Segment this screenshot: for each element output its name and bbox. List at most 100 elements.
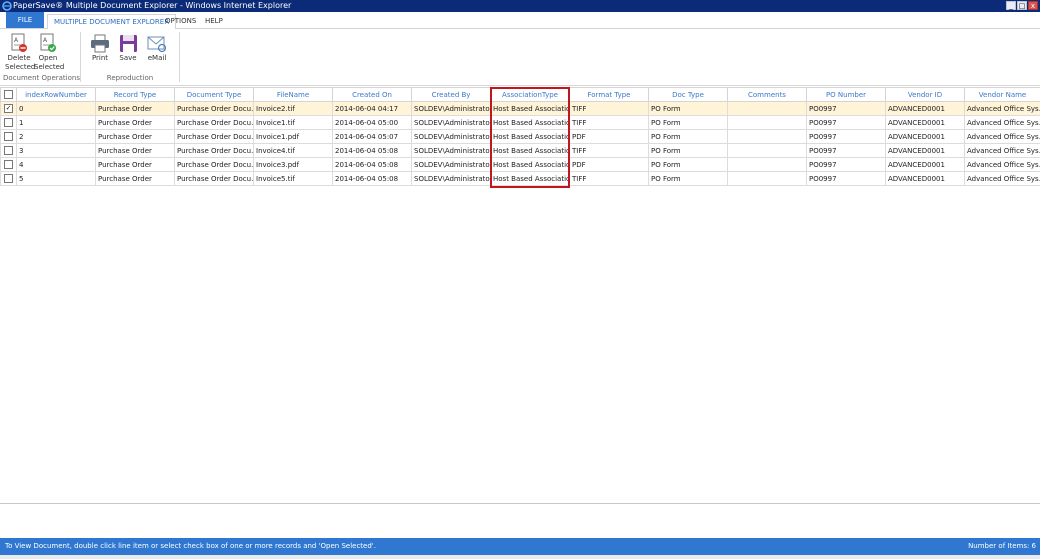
cell-vendor-name: Advanced Office Sys... bbox=[964, 157, 1040, 172]
cell-index: 5 bbox=[16, 171, 96, 186]
cell-association-type: Host Based Association bbox=[490, 129, 570, 144]
window-title: PaperSave® Multiple Document Explorer - … bbox=[13, 1, 292, 10]
column-header-created-on[interactable]: Created On bbox=[332, 87, 412, 102]
print-button[interactable]: Print bbox=[88, 34, 112, 63]
tab-help[interactable]: HELP bbox=[199, 14, 229, 28]
cell-format-type: PDF bbox=[569, 129, 649, 144]
select-all-checkbox[interactable] bbox=[4, 90, 13, 99]
table-row[interactable]: 5 Purchase Order Purchase Order Docu... Inv… bbox=[0, 171, 1040, 186]
select-all-checkbox-cell[interactable] bbox=[0, 87, 17, 102]
table-row[interactable]: 3 Purchase Order Purchase Order Docu... Inv… bbox=[0, 143, 1040, 158]
cell-index: 0 bbox=[16, 101, 96, 116]
close-button[interactable]: x bbox=[1028, 1, 1038, 10]
cell-index: 3 bbox=[16, 143, 96, 158]
column-header-index[interactable]: indexRowNumber bbox=[16, 87, 96, 102]
documents-table: indexRowNumber Record Type Document Type… bbox=[0, 87, 1040, 186]
row-checkbox[interactable] bbox=[4, 132, 13, 141]
tab-options[interactable]: OPTIONS bbox=[159, 14, 202, 28]
cell-record-type: Purchase Order bbox=[95, 115, 175, 130]
column-header-association-type[interactable]: AssociationType bbox=[490, 87, 570, 102]
column-header-vendor-id[interactable]: Vendor ID bbox=[885, 87, 965, 102]
row-checkbox-cell[interactable] bbox=[0, 171, 17, 186]
ribbon-panel: A Delete Selected A Open Selected Docume… bbox=[0, 29, 1040, 86]
cell-association-type: Host Based Association bbox=[490, 157, 570, 172]
save-button[interactable]: Save bbox=[116, 34, 140, 63]
cell-association-type: Host Based Association bbox=[490, 115, 570, 130]
save-label: Save bbox=[119, 54, 137, 62]
cell-po-number: PO0997 bbox=[806, 171, 886, 186]
cell-vendor-name: Advanced Office Sys... bbox=[964, 143, 1040, 158]
cell-association-type: Host Based Association bbox=[490, 143, 570, 158]
cell-created-by: SOLDEV\Administrator bbox=[411, 101, 491, 116]
printer-icon bbox=[91, 34, 109, 53]
row-checkbox-cell[interactable] bbox=[0, 157, 17, 172]
open-label-line2: Selected bbox=[34, 63, 65, 71]
cell-record-type: Purchase Order bbox=[95, 101, 175, 116]
cell-association-type: Host Based Association bbox=[490, 171, 570, 186]
tab-file[interactable]: FILE bbox=[6, 12, 44, 28]
open-label-line1: Open bbox=[38, 54, 58, 62]
cell-comments bbox=[727, 171, 807, 186]
email-button[interactable]: eMail bbox=[144, 34, 170, 63]
maximize-button[interactable]: □ bbox=[1017, 1, 1027, 10]
cell-filename: Invoice1.pdf bbox=[253, 129, 333, 144]
row-checkbox-cell[interactable]: ✓ bbox=[0, 101, 17, 116]
cell-comments bbox=[727, 157, 807, 172]
cell-po-number: PO0997 bbox=[806, 115, 886, 130]
cell-vendor-id: ADVANCED0001 bbox=[885, 101, 965, 116]
delete-document-icon: A bbox=[11, 33, 27, 52]
row-checkbox-cell[interactable] bbox=[0, 143, 17, 158]
table-row[interactable]: ✓ 0 Purchase Order Purchase Order Docu... In… bbox=[0, 101, 1040, 116]
row-checkbox-cell[interactable] bbox=[0, 129, 17, 144]
table-row[interactable]: 2 Purchase Order Purchase Order Docu... Inv… bbox=[0, 129, 1040, 144]
row-checkbox[interactable] bbox=[4, 118, 13, 127]
column-header-document-type[interactable]: Document Type bbox=[174, 87, 254, 102]
cell-vendor-id: ADVANCED0001 bbox=[885, 129, 965, 144]
cell-index: 1 bbox=[16, 115, 96, 130]
cell-document-type: Purchase Order Docu... bbox=[174, 143, 254, 158]
cell-document-type: Purchase Order Docu... bbox=[174, 157, 254, 172]
minimize-button[interactable]: _ bbox=[1006, 1, 1016, 10]
column-header-filename[interactable]: FileName bbox=[253, 87, 333, 102]
cell-vendor-id: ADVANCED0001 bbox=[885, 171, 965, 186]
ribbon-tabs: FILE MULTIPLE DOCUMENT EXPLORER OPTIONS … bbox=[0, 12, 1040, 30]
cell-comments bbox=[727, 101, 807, 116]
column-header-created-by[interactable]: Created By bbox=[411, 87, 491, 102]
column-header-format-type[interactable]: Format Type bbox=[569, 87, 649, 102]
open-selected-button[interactable]: A Open Selected bbox=[34, 33, 65, 72]
row-checkbox[interactable]: ✓ bbox=[4, 104, 13, 113]
row-checkbox-cell[interactable] bbox=[0, 115, 17, 130]
cell-record-type: Purchase Order bbox=[95, 129, 175, 144]
row-checkbox[interactable] bbox=[4, 174, 13, 183]
tab-multiple-document-explorer[interactable]: MULTIPLE DOCUMENT EXPLORER bbox=[47, 14, 177, 30]
ribbon-separator bbox=[80, 32, 81, 82]
cell-format-type: PDF bbox=[569, 157, 649, 172]
delete-selected-button[interactable]: A Delete Selected bbox=[5, 33, 35, 72]
column-header-comments[interactable]: Comments bbox=[727, 87, 807, 102]
column-header-doc-type[interactable]: Doc Type bbox=[648, 87, 728, 102]
column-header-po-number[interactable]: PO Number bbox=[806, 87, 886, 102]
cell-comments bbox=[727, 115, 807, 130]
cell-created-on: 2014-06-04 05:00 bbox=[332, 115, 412, 130]
row-checkbox[interactable] bbox=[4, 146, 13, 155]
print-label: Print bbox=[91, 54, 109, 62]
table-row[interactable]: 4 Purchase Order Purchase Order Docu... Inv… bbox=[0, 157, 1040, 172]
column-header-record-type[interactable]: Record Type bbox=[95, 87, 175, 102]
documents-grid: indexRowNumber Record Type Document Type… bbox=[0, 87, 1040, 504]
cell-created-by: SOLDEV\Administrator bbox=[411, 157, 491, 172]
cell-record-type: Purchase Order bbox=[95, 143, 175, 158]
cell-created-on: 2014-06-04 04:17 bbox=[332, 101, 412, 116]
cell-filename: Invoice1.tif bbox=[253, 115, 333, 130]
table-row[interactable]: 1 Purchase Order Purchase Order Docu... Inv… bbox=[0, 115, 1040, 130]
cell-filename: Invoice2.tif bbox=[253, 101, 333, 116]
status-message: To View Document, double click line item… bbox=[5, 542, 376, 550]
window-controls: _ □ x bbox=[1005, 1, 1038, 11]
cell-doc-type: PO Form bbox=[648, 129, 728, 144]
cell-created-by: SOLDEV\Administrator bbox=[411, 129, 491, 144]
cell-document-type: Purchase Order Docu... bbox=[174, 171, 254, 186]
cell-doc-type: PO Form bbox=[648, 101, 728, 116]
column-header-vendor-name[interactable]: Vendor Name bbox=[964, 87, 1040, 102]
cell-created-on: 2014-06-04 05:08 bbox=[332, 143, 412, 158]
row-checkbox[interactable] bbox=[4, 160, 13, 169]
cell-vendor-name: Advanced Office Sys... bbox=[964, 129, 1040, 144]
